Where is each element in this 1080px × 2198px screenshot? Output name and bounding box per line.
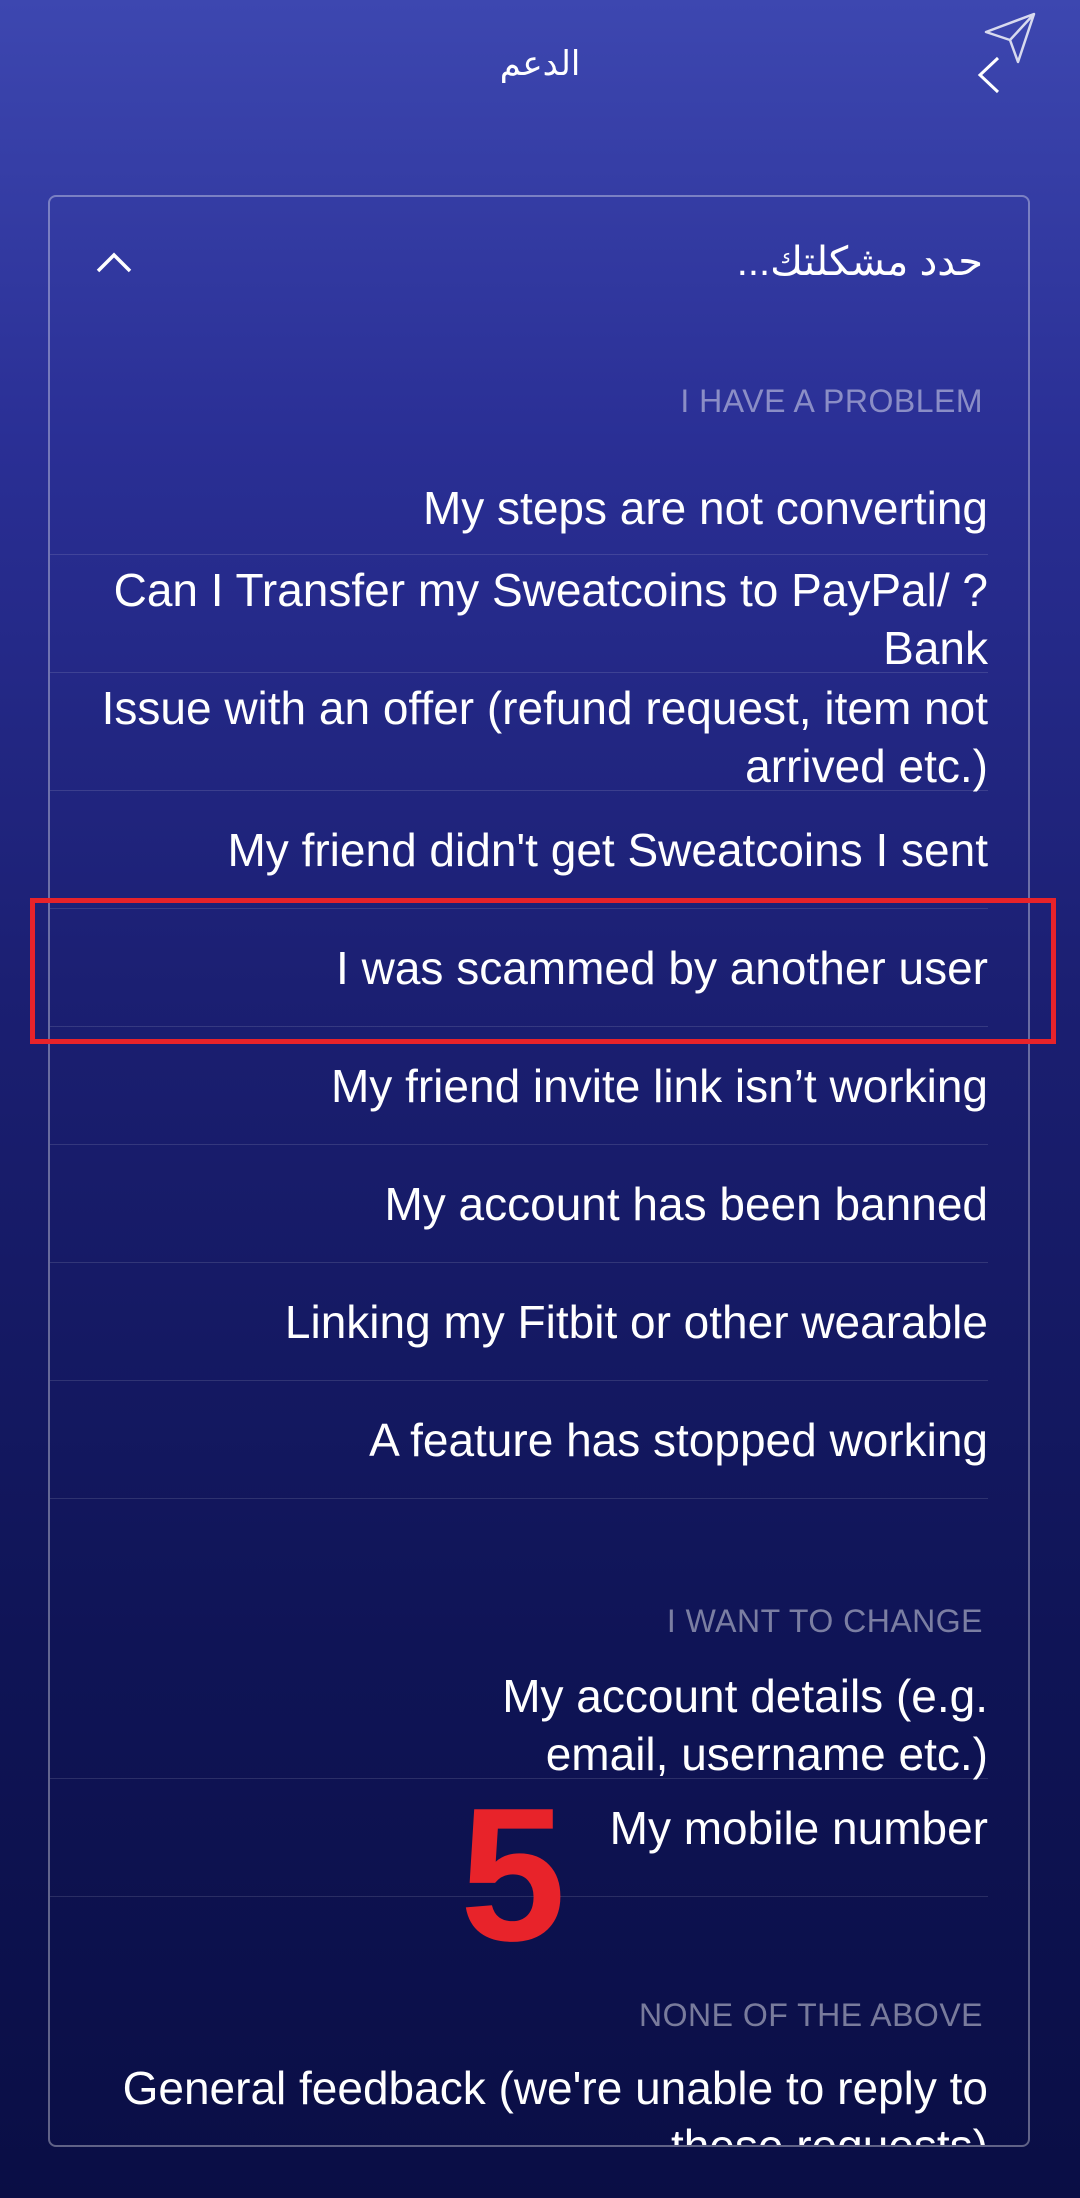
section-label-none: NONE OF THE ABOVE [639, 1997, 983, 2033]
send-icon[interactable] [980, 8, 1040, 68]
list-item[interactable]: My account has been banned [50, 1145, 988, 1263]
issue-dropdown-header[interactable]: حدد مشكلتك... [50, 197, 1028, 337]
list-item[interactable]: General feedback (we're unable to reply … [50, 2059, 988, 2145]
list-item[interactable]: Linking my Fitbit or other wearable [50, 1263, 988, 1381]
step-number-annotation: 5 [460, 1769, 566, 1981]
header-bar: الدعم [0, 0, 1080, 140]
list-item[interactable]: My account details (e.g. email, username… [50, 1667, 988, 1780]
list-item[interactable]: Can I Transfer my Sweatcoins to PayPal/ … [50, 555, 988, 674]
list-item[interactable]: My friend didn't get Sweatcoins I sent [50, 791, 988, 909]
page-title: الدعم [499, 45, 581, 83]
issue-dropdown-placeholder: حدد مشكلتك... [736, 240, 983, 284]
list-item[interactable]: A feature has stopped working [50, 1381, 988, 1499]
list-item[interactable]: My steps are not converting [50, 467, 988, 555]
list-item[interactable]: My friend invite link isn’t working [50, 1027, 988, 1145]
section-label-change: I WANT TO CHANGE [666, 1603, 983, 1639]
chevron-up-icon[interactable] [94, 247, 134, 277]
section-label-problem: I HAVE A PROBLEM [680, 383, 983, 419]
list-item[interactable]: Issue with an offer (refund request, ite… [50, 673, 988, 792]
highlight-box [30, 898, 1056, 1044]
